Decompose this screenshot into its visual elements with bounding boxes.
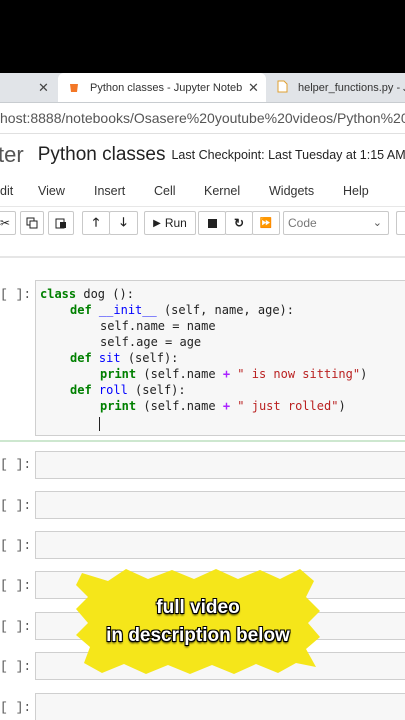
browser-tab-previous[interactable]: ✕ <box>0 73 56 102</box>
jupyter-header: ter Python classes Last Checkpoint: Last… <box>0 134 405 176</box>
file-icon <box>277 80 288 96</box>
cell-prompt: [ ]: <box>0 498 32 513</box>
arrow-down-icon: 🡓 <box>120 214 127 229</box>
restart-kernel-button[interactable]: ↻ <box>225 211 253 235</box>
menu-edit[interactable]: dit <box>0 184 13 198</box>
refresh-icon: ↻ <box>233 216 245 230</box>
code-line: print (self.name + " is now sitting") <box>100 367 368 381</box>
menu-widgets[interactable]: Widgets <box>269 184 314 198</box>
text-cursor <box>99 417 100 431</box>
code-line: def __init__ (self, name, age): <box>70 303 294 317</box>
copy-icon <box>26 217 38 229</box>
interrupt-kernel-button[interactable] <box>198 211 226 235</box>
address-bar[interactable]: host:8888/notebooks/Osasere%20youtube%20… <box>0 103 405 134</box>
fast-forward-icon: ⏩ <box>259 217 273 229</box>
empty-code-cell[interactable] <box>35 693 405 720</box>
tab-label: helper_functions.py - Ju <box>298 81 405 94</box>
code-line: print (self.name + " just rolled") <box>100 399 346 413</box>
caption-line-1: full video <box>156 597 240 618</box>
cell-type-value: Code <box>288 216 317 230</box>
code-line: self.age = age <box>100 335 202 349</box>
cell-prompt: [ ]: <box>0 457 32 472</box>
play-icon: ▶ <box>153 217 161 229</box>
tab-label: Python classes - Jupyter Notebo <box>90 81 242 94</box>
video-caption-overlay: full video in description below <box>74 567 322 675</box>
code-line: self.name = name <box>100 319 216 333</box>
checkpoint-status: Last Checkpoint: Last Tuesday at 1:15 AM <box>171 148 405 162</box>
move-up-button[interactable]: 🡑 <box>82 211 110 235</box>
cell-prompt: [ ]: <box>0 619 32 634</box>
cell-prompt: [ ]: <box>0 287 32 302</box>
empty-code-cell[interactable] <box>35 451 405 479</box>
black-letterbox-top <box>0 0 405 73</box>
jupyter-logo-text[interactable]: ter <box>0 142 24 168</box>
browser-tab-python-classes[interactable]: Python classes - Jupyter Notebo ✕ <box>58 73 266 102</box>
close-icon[interactable]: ✕ <box>38 80 49 96</box>
caption-text: full video in description below <box>74 594 322 650</box>
code-cell-editor[interactable]: class dog (): def __init__ (self, name, … <box>35 280 405 436</box>
menu-kernel[interactable]: Kernel <box>204 184 240 198</box>
run-label: Run <box>164 216 187 230</box>
cell-prompt: [ ]: <box>0 700 32 715</box>
empty-code-cell[interactable] <box>35 491 405 519</box>
scissors-icon: ✂ <box>0 216 11 230</box>
notebook-title[interactable]: Python classes <box>38 144 166 166</box>
chevron-down-icon: ⌄ <box>372 217 382 229</box>
notebook-toolbar: ✂ 🡑 🡓 ▶ Run ↻ ⏩ Code ⌄ <box>0 208 405 242</box>
move-down-button[interactable]: 🡓 <box>109 211 138 235</box>
close-icon[interactable]: ✕ <box>248 80 259 96</box>
cell-prompt: [ ]: <box>0 659 32 674</box>
cell-type-select[interactable]: Code ⌄ <box>283 211 389 235</box>
restart-run-all-button[interactable]: ⏩ <box>252 211 280 235</box>
menu-insert[interactable]: Insert <box>94 184 125 198</box>
browser-tab-bar: ✕ Python classes - Jupyter Notebo ✕ help… <box>0 73 405 103</box>
toolbar-divider <box>0 256 405 258</box>
cell-prompt: [ ]: <box>0 538 32 553</box>
cut-button[interactable]: ✂ <box>0 211 16 235</box>
paste-button[interactable] <box>48 211 74 235</box>
copy-button[interactable] <box>20 211 44 235</box>
code-line: def roll (self): <box>70 383 186 397</box>
stop-icon <box>207 218 217 228</box>
command-palette-button[interactable] <box>396 211 405 235</box>
run-button[interactable]: ▶ Run <box>144 211 196 235</box>
menu-cell[interactable]: Cell <box>154 184 176 198</box>
arrow-up-icon: 🡑 <box>92 214 100 229</box>
paste-icon <box>55 218 66 229</box>
code-line: def sit (self): <box>70 351 179 365</box>
url-text: host:8888/notebooks/Osasere%20youtube%20… <box>0 110 405 126</box>
caption-line-2: in description below <box>106 625 290 646</box>
cell-selection-bar <box>0 440 405 442</box>
code-line: class dog (): <box>40 287 134 301</box>
menu-bar: dit View Insert Cell Kernel Widgets Help <box>0 178 405 207</box>
browser-tab-helper-functions[interactable]: helper_functions.py - Ju <box>268 73 405 102</box>
cell-prompt: [ ]: <box>0 578 32 593</box>
menu-help[interactable]: Help <box>343 184 369 198</box>
menu-view[interactable]: View <box>38 184 65 198</box>
jupyter-favicon-icon <box>68 82 80 94</box>
empty-code-cell[interactable] <box>35 531 405 559</box>
